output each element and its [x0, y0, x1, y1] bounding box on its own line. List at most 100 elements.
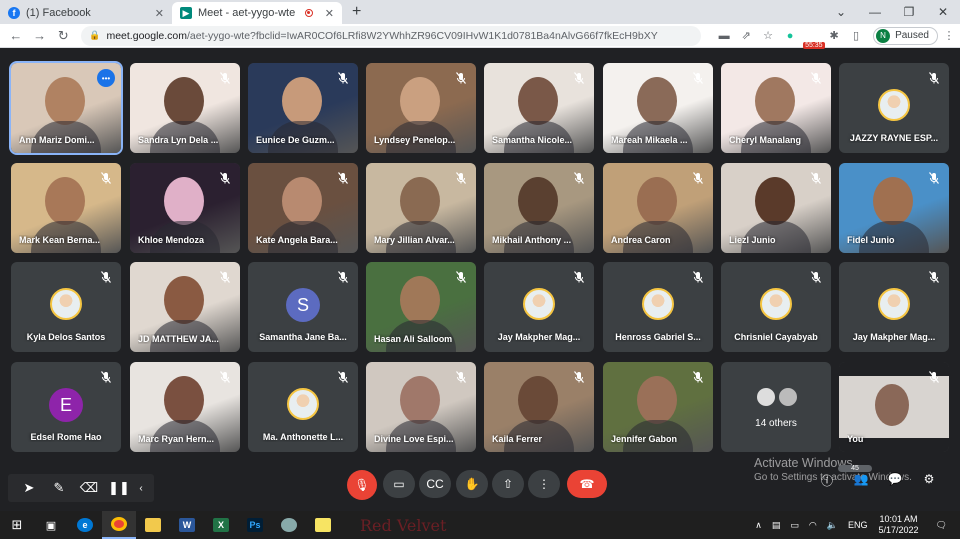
- pause-icon[interactable]: ❚❚: [104, 480, 134, 496]
- volume-icon[interactable]: 🔈: [827, 520, 838, 531]
- chrome-icon[interactable]: [102, 511, 136, 539]
- bookmark-star-icon[interactable]: ☆: [757, 29, 779, 42]
- profile-button[interactable]: N Paused: [873, 26, 938, 45]
- network-icon[interactable]: ▤: [772, 520, 781, 531]
- participant-name: Kaila Ferrer: [492, 434, 543, 444]
- participant-tile[interactable]: Mareah Mikaela ...: [603, 63, 713, 153]
- close-icon[interactable]: ✕: [325, 7, 334, 20]
- participant-tile[interactable]: Ma. Anthonette L...: [248, 362, 358, 452]
- people-button[interactable]: 👥 45: [838, 465, 878, 489]
- tab-facebook[interactable]: f (1) Facebook ✕: [0, 2, 172, 24]
- tab-meet[interactable]: ▶ Meet - aet-yygo-wte ✕: [172, 2, 342, 24]
- tab-title: (1) Facebook: [26, 7, 91, 19]
- participant-tile[interactable]: Mark Kean Berna...: [11, 163, 121, 253]
- url-input[interactable]: 🔒 meet.google.com /aet-yygo-wte?fbclid=I…: [81, 25, 702, 46]
- participant-tile[interactable]: Samantha Nicole...: [484, 63, 594, 153]
- chat-button[interactable]: 💬: [878, 472, 912, 489]
- participant-name: Liezl Junio: [729, 235, 776, 245]
- mic-muted-icon: [809, 270, 823, 284]
- participant-tile[interactable]: JAZZY RAYNE ESP...: [839, 63, 949, 153]
- mic-muted-icon: [691, 71, 705, 85]
- restore-button[interactable]: ❐: [892, 5, 926, 19]
- participant-tile[interactable]: JD MATTHEW JA...: [130, 262, 240, 352]
- self-tile[interactable]: You: [839, 362, 949, 452]
- participant-tile[interactable]: Sandra Lyn Dela ...: [130, 63, 240, 153]
- camera-toggle-button[interactable]: ▭: [383, 470, 415, 498]
- participant-tile[interactable]: ••• Ann Mariz Domi...: [9, 61, 123, 155]
- participant-tile[interactable]: Kaila Ferrer: [484, 362, 594, 452]
- back-icon[interactable]: ←: [4, 28, 28, 43]
- participant-tile[interactable]: Kate Angela Bara...: [248, 163, 358, 253]
- menu-icon[interactable]: ⋮: [938, 29, 960, 42]
- participant-tile[interactable]: Marc Ryan Hern...: [130, 362, 240, 452]
- minimize-button[interactable]: —: [858, 5, 892, 19]
- raise-hand-button[interactable]: ✋: [456, 470, 488, 498]
- wifi-icon[interactable]: ◠: [809, 520, 817, 531]
- more-options-button[interactable]: ⋮: [528, 470, 560, 498]
- participant-tile[interactable]: E Edsel Rome Hao: [11, 362, 121, 452]
- participant-grid: ••• Ann Mariz Domi... Sandra Lyn Dela ... E…: [0, 48, 960, 462]
- close-icon[interactable]: ✕: [155, 7, 164, 20]
- collapse-icon[interactable]: ‹: [134, 483, 148, 494]
- pointer-icon[interactable]: ➤: [14, 480, 44, 496]
- participant-tile[interactable]: Henross Gabriel S...: [603, 262, 713, 352]
- participant-tile[interactable]: S Samantha Jane Ba...: [248, 262, 358, 352]
- chevron-up-icon[interactable]: ∧: [755, 520, 762, 531]
- task-view-icon[interactable]: ▣: [34, 511, 68, 539]
- browser-tab-bar: f (1) Facebook ✕ ▶ Meet - aet-yygo-wte ✕…: [0, 0, 960, 24]
- participant-tile[interactable]: Jay Makpher Mag...: [484, 262, 594, 352]
- profile-status: Paused: [895, 30, 929, 41]
- extensions-icon[interactable]: ✱: [823, 29, 845, 42]
- participant-tile[interactable]: Kyla Delos Santos: [11, 262, 121, 352]
- share-icon[interactable]: ⇗: [735, 29, 757, 42]
- notifications-icon[interactable]: 🗨: [936, 520, 947, 531]
- present-button[interactable]: ⇧: [492, 470, 524, 498]
- microphone-toggle-button[interactable]: 🎙: [347, 470, 377, 500]
- participant-tile[interactable]: Divine Love Espi...: [366, 362, 476, 452]
- close-window-button[interactable]: ✕: [926, 5, 960, 19]
- app-icon[interactable]: [272, 511, 306, 539]
- battery-icon[interactable]: ▭: [790, 520, 799, 531]
- language-indicator[interactable]: ENG: [848, 520, 868, 530]
- new-tab-button[interactable]: +: [352, 3, 361, 21]
- participant-tile[interactable]: Jay Makpher Mag...: [839, 262, 949, 352]
- pen-icon[interactable]: ✎: [44, 480, 74, 496]
- participant-tile[interactable]: Mary Jillian Alvar...: [366, 163, 476, 253]
- participant-tile[interactable]: Lyndsey Penelop...: [366, 63, 476, 153]
- participant-tile[interactable]: Chrisniel Cayabyab: [721, 262, 831, 352]
- others-tile[interactable]: 14 others: [721, 362, 831, 452]
- participant-tile[interactable]: Liezl Junio: [721, 163, 831, 253]
- reload-icon[interactable]: ↻: [52, 28, 76, 44]
- photoshop-icon[interactable]: Ps: [238, 511, 272, 539]
- eraser-icon[interactable]: ⌫: [74, 480, 104, 496]
- side-panel-icon[interactable]: ▯: [845, 29, 867, 42]
- sticky-notes-icon[interactable]: [306, 511, 340, 539]
- participant-tile[interactable]: Eunice De Guzm...: [248, 63, 358, 153]
- participant-tile[interactable]: Mikhail Anthony ...: [484, 163, 594, 253]
- avatar: [287, 388, 319, 420]
- excel-icon[interactable]: X: [204, 511, 238, 539]
- participant-tile[interactable]: Jennifer Gabon: [603, 362, 713, 452]
- captions-button[interactable]: CC: [419, 470, 451, 498]
- participant-tile[interactable]: Cheryl Manalang: [721, 63, 831, 153]
- mic-muted-icon: [336, 171, 350, 185]
- participant-name: Marc Ryan Hern...: [138, 434, 215, 444]
- edge-icon[interactable]: e: [68, 511, 102, 539]
- participant-tile[interactable]: Hasan Ali Salloom: [366, 262, 476, 352]
- leave-call-button[interactable]: ☎: [567, 470, 607, 498]
- forward-icon[interactable]: →: [28, 28, 52, 43]
- meeting-info-button[interactable]: ⓘ: [810, 472, 844, 489]
- tab-search-icon[interactable]: ⌄: [824, 5, 858, 19]
- participant-tile[interactable]: Fidel Junio: [839, 163, 949, 253]
- activities-button[interactable]: ⚙: [912, 472, 946, 489]
- participant-tile[interactable]: Andrea Caron: [603, 163, 713, 253]
- others-avatars: [755, 386, 799, 408]
- windows-start-icon[interactable]: ⊞: [0, 511, 34, 539]
- avatar: [760, 288, 792, 320]
- clock[interactable]: 10:01 AM 5/17/2022: [879, 514, 919, 536]
- grammarly-icon[interactable]: ●: [779, 30, 801, 42]
- participant-tile[interactable]: Khloe Mendoza: [130, 163, 240, 253]
- camera-icon[interactable]: ▬: [713, 30, 735, 42]
- word-icon[interactable]: W: [170, 511, 204, 539]
- file-explorer-icon[interactable]: [136, 511, 170, 539]
